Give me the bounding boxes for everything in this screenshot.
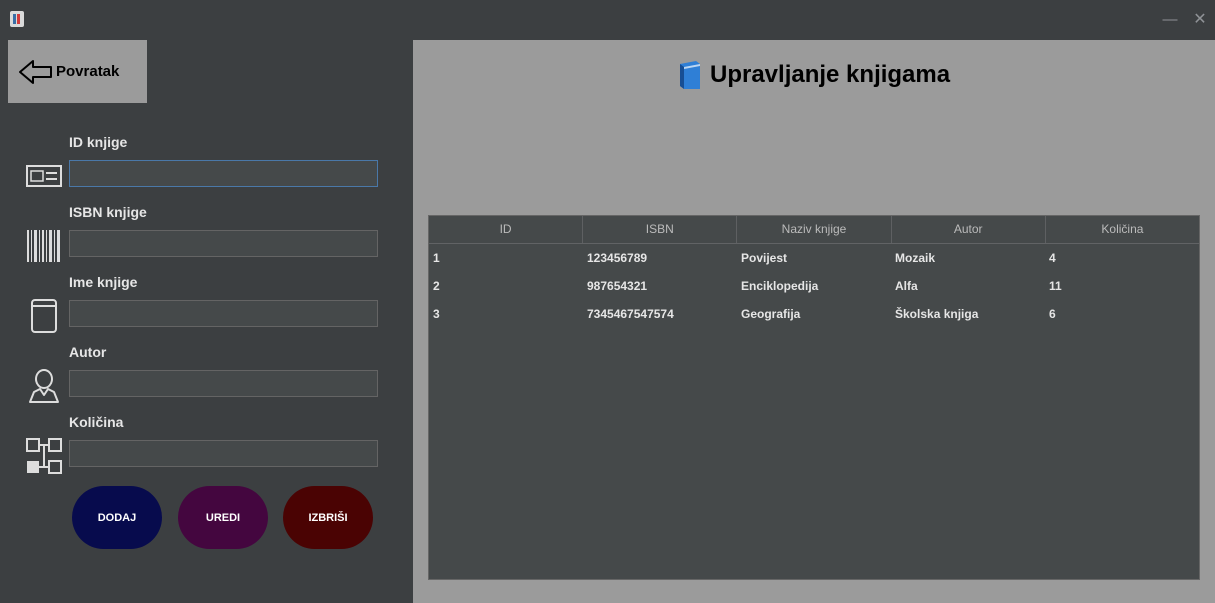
table-row[interactable]: 2 987654321 Enciklopedija Alfa 11 (429, 272, 1199, 300)
table-cell: 123456789 (587, 251, 648, 265)
table-cell: Alfa (895, 279, 918, 293)
table-row[interactable]: 3 7345467547574 Geografija Školska knjig… (429, 300, 1199, 328)
page-title: Upravljanje knjigama (676, 60, 950, 90)
page-title-text: Upravljanje knjigama (710, 61, 951, 88)
add-button[interactable]: DODAJ (72, 486, 162, 549)
column-header-isbn[interactable]: ISBN (583, 216, 738, 243)
blue-book-icon (680, 61, 700, 89)
table-cell: 3 (433, 307, 440, 321)
back-button-label: Povratak (56, 63, 120, 80)
author-field-label: Autor (69, 344, 107, 360)
hierarchy-icon (26, 438, 62, 474)
close-button[interactable]: ✕ (1186, 8, 1214, 32)
main-panel: Upravljanje knjigama ID ISBN Naziv knjig… (413, 40, 1215, 603)
id-field[interactable] (69, 160, 378, 187)
isbn-field[interactable] (69, 230, 378, 257)
table-cell: Školska knjiga (895, 307, 979, 321)
column-header-author[interactable]: Autor (892, 216, 1046, 243)
name-field[interactable] (69, 300, 378, 327)
table-row[interactable]: 1 123456789 Povijest Mozaik 4 (429, 244, 1199, 272)
table-header: ID ISBN Naziv knjige Autor Količina (429, 216, 1199, 244)
name-field-label: Ime knjige (69, 274, 138, 290)
table-cell: 987654321 (587, 279, 648, 293)
barcode-icon (27, 230, 60, 262)
id-card-icon (26, 165, 62, 187)
table-cell: Povijest (741, 251, 788, 265)
edit-button[interactable]: UREDI (178, 486, 268, 549)
table-cell: 7345467547574 (587, 307, 674, 321)
title-bar: — ✕ (0, 0, 1215, 40)
table-cell: 1 (433, 251, 440, 265)
column-header-quantity[interactable]: Količina (1046, 216, 1199, 243)
quantity-field[interactable] (69, 440, 378, 467)
column-header-title[interactable]: Naziv knjige (737, 216, 892, 243)
arrow-left-icon (19, 59, 52, 84)
table-cell: 11 (1049, 279, 1062, 293)
table-cell: 4 (1049, 251, 1056, 265)
book-icon (31, 299, 57, 333)
column-header-id[interactable]: ID (429, 216, 584, 243)
delete-button[interactable]: IZBRIŠI (283, 486, 373, 549)
app-icon (10, 11, 24, 27)
table-cell: Geografija (741, 307, 801, 321)
id-field-label: ID knjige (69, 134, 128, 150)
table-cell: Enciklopedija (741, 279, 819, 293)
form-panel: Povratak ID knjige ISBN knjige Ime knjig… (0, 40, 413, 603)
isbn-field-label: ISBN knjige (69, 204, 147, 220)
minimize-button[interactable]: — (1156, 8, 1184, 32)
back-button[interactable]: Povratak (8, 40, 147, 103)
table-cell: 6 (1049, 307, 1056, 321)
table-cell: 2 (433, 279, 440, 293)
user-icon (29, 369, 59, 403)
author-field[interactable] (69, 370, 378, 397)
table-cell: Mozaik (895, 251, 936, 265)
quantity-field-label: Količina (69, 414, 124, 430)
books-table[interactable]: ID ISBN Naziv knjige Autor Količina 1 12… (428, 215, 1200, 580)
